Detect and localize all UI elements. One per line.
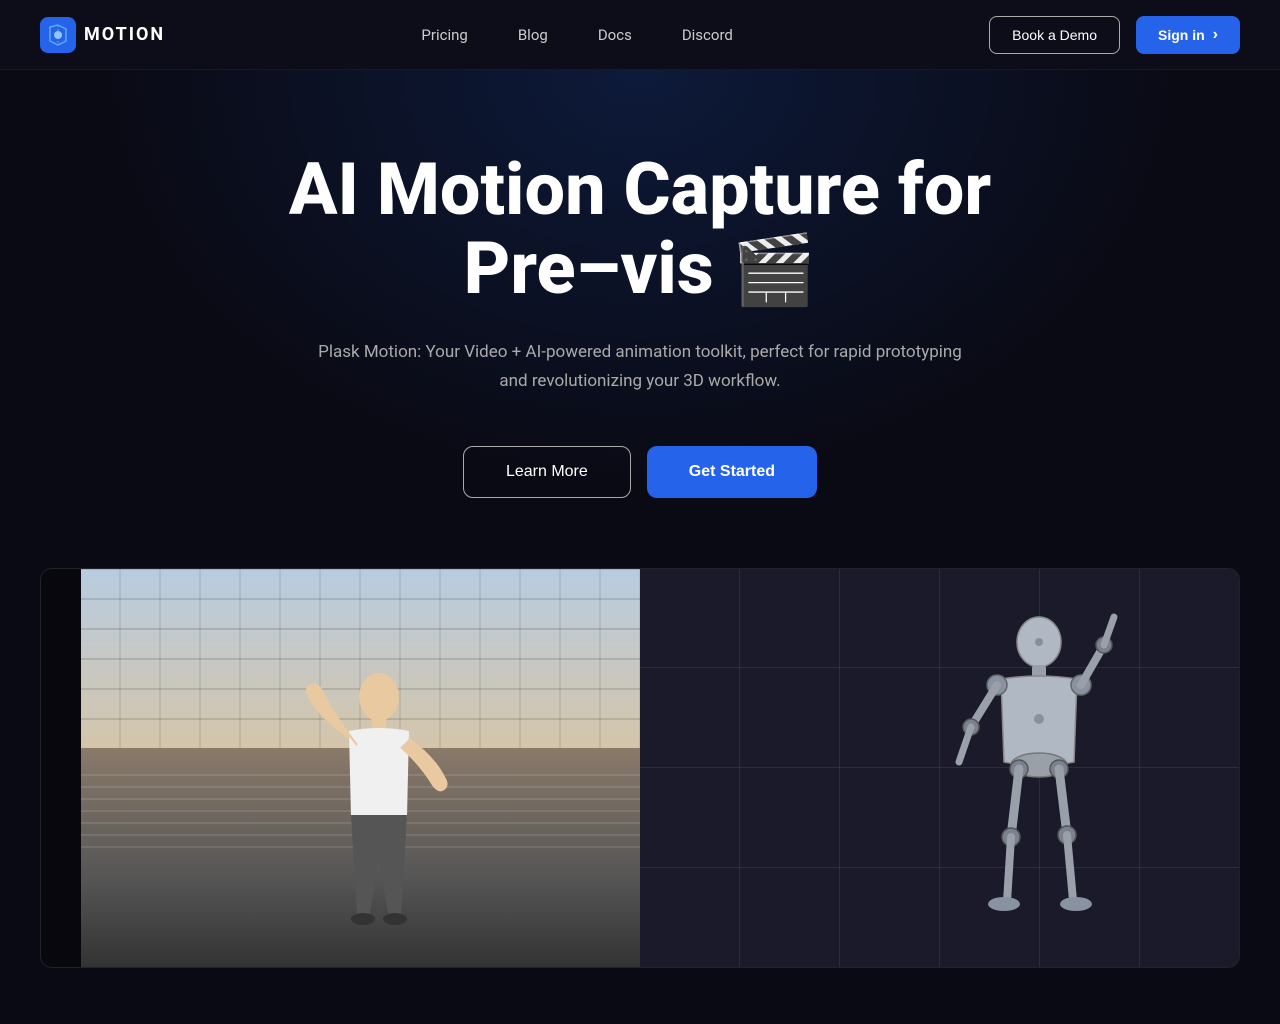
navbar: MOTION Pricing Blog Docs Discord Book a … — [0, 0, 1280, 70]
hero-section: AI Motion Capture for Pre–vis 🎬 Plask Mo… — [0, 70, 1280, 558]
dark-bar — [41, 569, 81, 967]
hero-emoji: 🎬 — [732, 230, 817, 310]
hero-title-line2: Pre–vis — [464, 226, 714, 311]
signin-label: Sign in — [1158, 27, 1205, 43]
nav-links: Pricing Blog Docs Discord — [421, 26, 732, 44]
signin-arrow-icon: › — [1213, 26, 1218, 44]
logo-text: MOTION — [84, 24, 165, 45]
nav-pricing[interactable]: Pricing — [421, 26, 467, 44]
get-started-button[interactable]: Get Started — [647, 446, 817, 498]
hero-title: AI Motion Capture for Pre–vis 🎬 — [289, 150, 991, 308]
robot-figure — [929, 607, 1149, 967]
navbar-actions: Book a Demo Sign in › — [989, 16, 1240, 54]
nav-docs[interactable]: Docs — [598, 26, 632, 44]
demo-container — [40, 568, 1240, 968]
hero-subtitle: Plask Motion: Your Video + AI-powered an… — [310, 338, 970, 396]
hero-cta-buttons: Learn More Get Started — [463, 446, 817, 498]
logo-icon — [40, 17, 76, 53]
person-silhouette — [289, 667, 469, 967]
signin-button[interactable]: Sign in › — [1136, 16, 1240, 54]
hero-title-line1: AI Motion Capture for — [289, 147, 991, 232]
book-demo-button[interactable]: Book a Demo — [989, 16, 1120, 54]
demo-left-panel — [41, 569, 640, 967]
learn-more-button[interactable]: Learn More — [463, 446, 631, 498]
demo-section — [0, 568, 1280, 968]
nav-discord[interactable]: Discord — [682, 26, 733, 44]
logo-area: MOTION — [40, 17, 165, 53]
demo-right-panel — [640, 569, 1239, 967]
nav-blog[interactable]: Blog — [518, 26, 548, 44]
